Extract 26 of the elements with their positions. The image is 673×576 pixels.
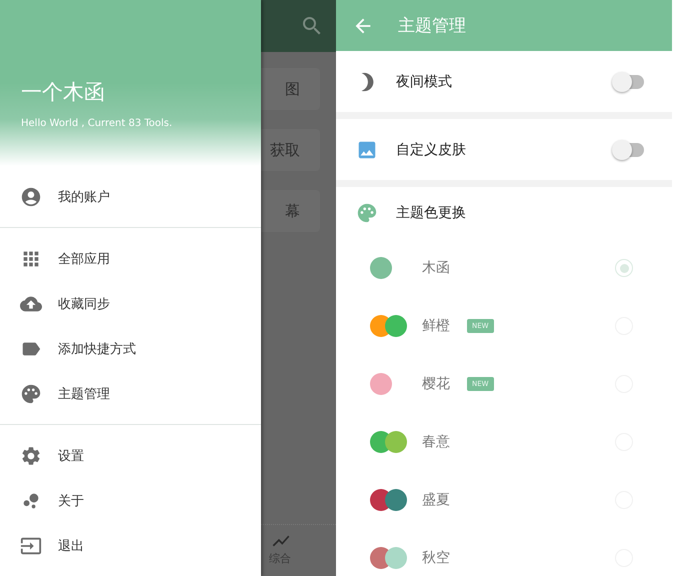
app-subtitle: Hello World , Current 83 Tools. [21, 118, 174, 129]
theme-name: 盛夏 [422, 491, 451, 509]
setting-label: 自定义皮肤 [396, 140, 467, 158]
palette-icon [20, 382, 42, 404]
setting-label: 夜间模式 [396, 72, 453, 90]
account-icon [20, 186, 42, 208]
theme-name: 鲜橙 [422, 317, 451, 335]
app-title: 一个木函 [21, 79, 106, 106]
theme-name: 木函 [422, 259, 451, 277]
drawer-item[interactable]: 收藏同步 [0, 281, 261, 326]
drawer-item[interactable]: 退出 [0, 523, 261, 568]
drawer-item[interactable]: 关于 [0, 478, 261, 523]
radio-button[interactable] [615, 259, 633, 277]
section-title: 主题色更换 [396, 204, 467, 222]
drawer-item[interactable]: 主题管理 [0, 371, 261, 416]
theme-name: 秋空 [422, 549, 451, 567]
palette-icon [356, 202, 378, 224]
theme-name: 春意 [422, 433, 451, 451]
drawer-item[interactable]: 添加快捷方式 [0, 326, 261, 371]
drawer-item[interactable]: 设置 [0, 433, 261, 478]
settings-icon [20, 444, 42, 466]
toggle-switch[interactable] [614, 142, 644, 156]
toggle-switch[interactable] [614, 74, 644, 88]
drawer-item[interactable]: 全部应用 [0, 236, 261, 281]
theme-name: 樱花 [422, 375, 451, 393]
screen-title: 主题管理 [398, 15, 466, 37]
